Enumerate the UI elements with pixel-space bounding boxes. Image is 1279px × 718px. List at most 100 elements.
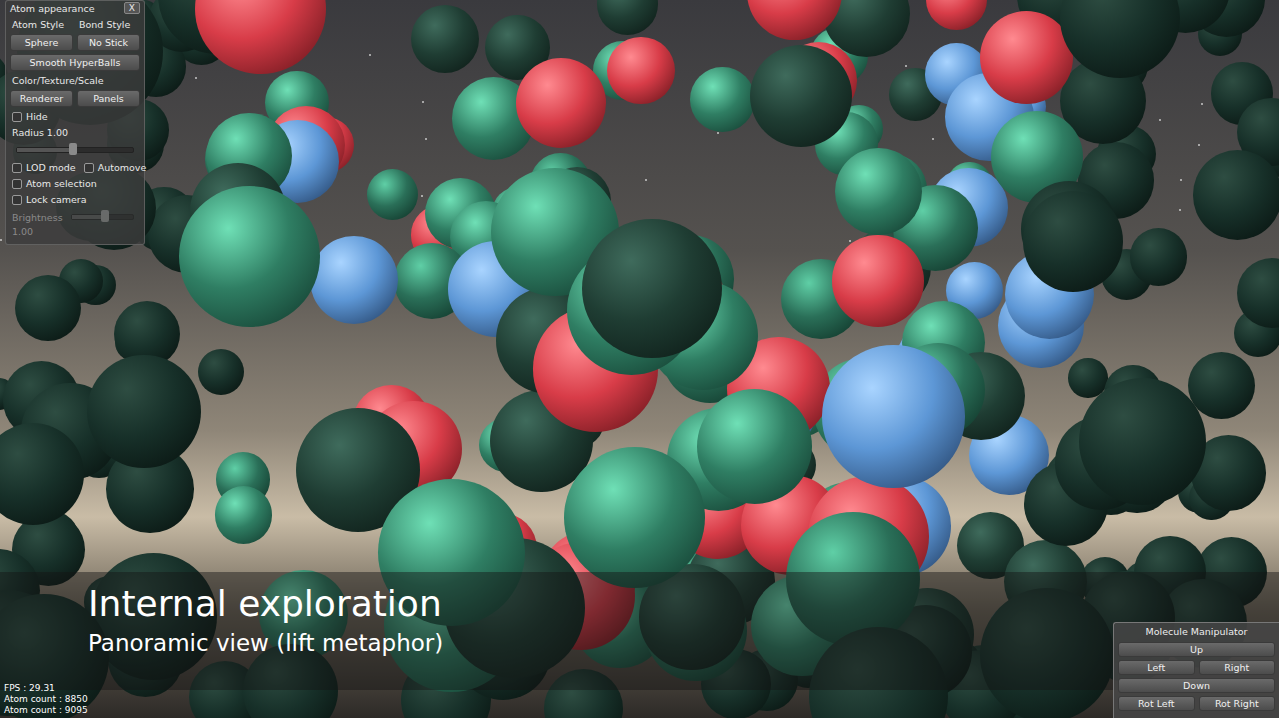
atom-sphere: [367, 169, 418, 220]
checkbox-label: Atom selection: [26, 178, 97, 189]
stat-line: Atom count : 9095: [4, 705, 88, 716]
caption-subtitle: Panoramic view (lift metaphor): [88, 628, 1279, 658]
molecule-viewport[interactable]: Atom appearance X Atom Style Bond Style Sphe…: [0, 0, 1279, 718]
atom-sphere: [926, 0, 987, 30]
checkbox-label: Lock camera: [26, 194, 87, 205]
style-header: Bond Style: [77, 18, 140, 31]
caption-title: Internal exploration: [88, 582, 1279, 626]
atom-sphere: [607, 37, 675, 105]
atom-sphere: [822, 345, 965, 488]
atom-appearance-panel: Atom appearance X Atom Style Bond Style Sphe…: [5, 0, 145, 245]
manipulator-button[interactable]: Rot Right: [1199, 696, 1276, 711]
star: [195, 77, 197, 79]
atom-sphere: [582, 219, 721, 358]
section-buttons: RendererPanels: [10, 90, 140, 107]
checkbox[interactable]: [12, 195, 22, 205]
brightness-reading: 1.00: [10, 225, 140, 238]
atom-sphere: [980, 11, 1073, 104]
atom-sphere: [411, 5, 479, 73]
manipulator-row: Up: [1118, 642, 1275, 657]
star: [905, 65, 907, 67]
star: [645, 179, 647, 181]
manipulator-button[interactable]: Rot Left: [1118, 696, 1195, 711]
brightness-slider-fill: [72, 215, 106, 219]
atom-sphere: [690, 67, 755, 132]
checkbox[interactable]: [12, 179, 22, 189]
panel-title-bar: Atom appearance X: [10, 1, 140, 15]
atom-sphere: [195, 0, 325, 74]
star: [932, 138, 934, 140]
star: [0, 239, 2, 241]
brightness-control: Brightness1.00: [10, 209, 140, 238]
radius-slider-thumb[interactable]: [69, 143, 77, 155]
checkbox-label: LOD mode: [26, 162, 76, 173]
atom-sphere: [310, 236, 398, 324]
atom-sphere: [1193, 150, 1279, 239]
atom-sphere: [1079, 378, 1206, 505]
radius-label: Radius 1.00: [10, 126, 140, 139]
section-label: Color/Texture/Scale: [10, 74, 140, 87]
atom-sphere: [697, 389, 812, 504]
manipulator-title: Molecule Manipulator: [1118, 626, 1275, 639]
radius-slider-track[interactable]: [16, 147, 134, 153]
atom-sphere: [832, 235, 923, 326]
star: [717, 132, 719, 134]
option-row: Lock camera: [10, 193, 140, 206]
checkbox-row[interactable]: Atom selection: [10, 177, 140, 190]
brightness-slider-track[interactable]: [71, 214, 134, 220]
star: [1180, 179, 1182, 181]
manipulator-button[interactable]: Right: [1199, 660, 1276, 675]
atom-sphere: [179, 186, 320, 327]
checkbox[interactable]: [84, 163, 94, 173]
brightness-slider-thumb[interactable]: [101, 210, 109, 222]
star: [1179, 209, 1181, 211]
brightness-row: Brightness: [10, 209, 140, 225]
checkbox[interactable]: [12, 163, 22, 173]
atom-sphere: [597, 0, 659, 35]
manipulator-row: Left Right: [1118, 660, 1275, 675]
section-button[interactable]: Panels: [77, 90, 140, 107]
checkbox-row[interactable]: Hide: [10, 110, 140, 123]
brightness-label: Brightness: [10, 211, 65, 224]
style-button[interactable]: Sphere: [10, 34, 73, 51]
star: [1198, 144, 1200, 146]
video-caption: Internal explorationPanoramic view (lift…: [0, 572, 1279, 690]
checkbox-row[interactable]: Automove: [82, 161, 149, 174]
atom-sphere: [750, 45, 852, 147]
atom-sphere: [835, 148, 922, 235]
manipulator-button[interactable]: Down: [1118, 678, 1275, 693]
atom-sphere: [1188, 352, 1255, 419]
manipulator-button[interactable]: Left: [1118, 660, 1195, 675]
close-button[interactable]: X: [124, 2, 140, 14]
stat-line: FPS : 29.31: [4, 683, 88, 694]
atom-sphere: [87, 355, 201, 469]
hyperballs-button[interactable]: Smooth HyperBalls: [10, 54, 140, 71]
star: [1159, 119, 1161, 121]
star: [849, 240, 851, 242]
star: [421, 195, 423, 197]
atom-sphere: [1023, 191, 1123, 291]
atom-sphere: [215, 486, 272, 543]
manipulator-button[interactable]: Up: [1118, 642, 1275, 657]
checkbox-row[interactable]: Lock camera: [10, 193, 140, 206]
star: [425, 138, 427, 140]
panel-title: Atom appearance: [10, 3, 95, 14]
star: [1201, 103, 1203, 105]
checkbox-label: Automove: [98, 162, 147, 173]
radius-slider-fill: [17, 148, 73, 152]
atom-sphere: [15, 275, 81, 341]
stats-overlay: FPS : 29.31Atom count : 8850Atom count :…: [4, 683, 88, 716]
style-headers: Atom Style Bond Style: [10, 18, 140, 31]
manipulator-row: Down: [1118, 678, 1275, 693]
section-button[interactable]: Renderer: [10, 90, 73, 107]
checkbox-row[interactable]: LOD mode: [10, 161, 78, 174]
star: [369, 54, 371, 56]
option-row: Atom selection: [10, 177, 140, 190]
style-button[interactable]: No Stick: [77, 34, 140, 51]
style-header: Atom Style: [10, 18, 73, 31]
checkbox[interactable]: [12, 112, 22, 122]
checkbox-label: Hide: [26, 111, 48, 122]
atom-sphere: [1130, 228, 1187, 285]
atom-sphere: [516, 58, 606, 148]
option-row: LOD modeAutomove: [10, 161, 140, 174]
